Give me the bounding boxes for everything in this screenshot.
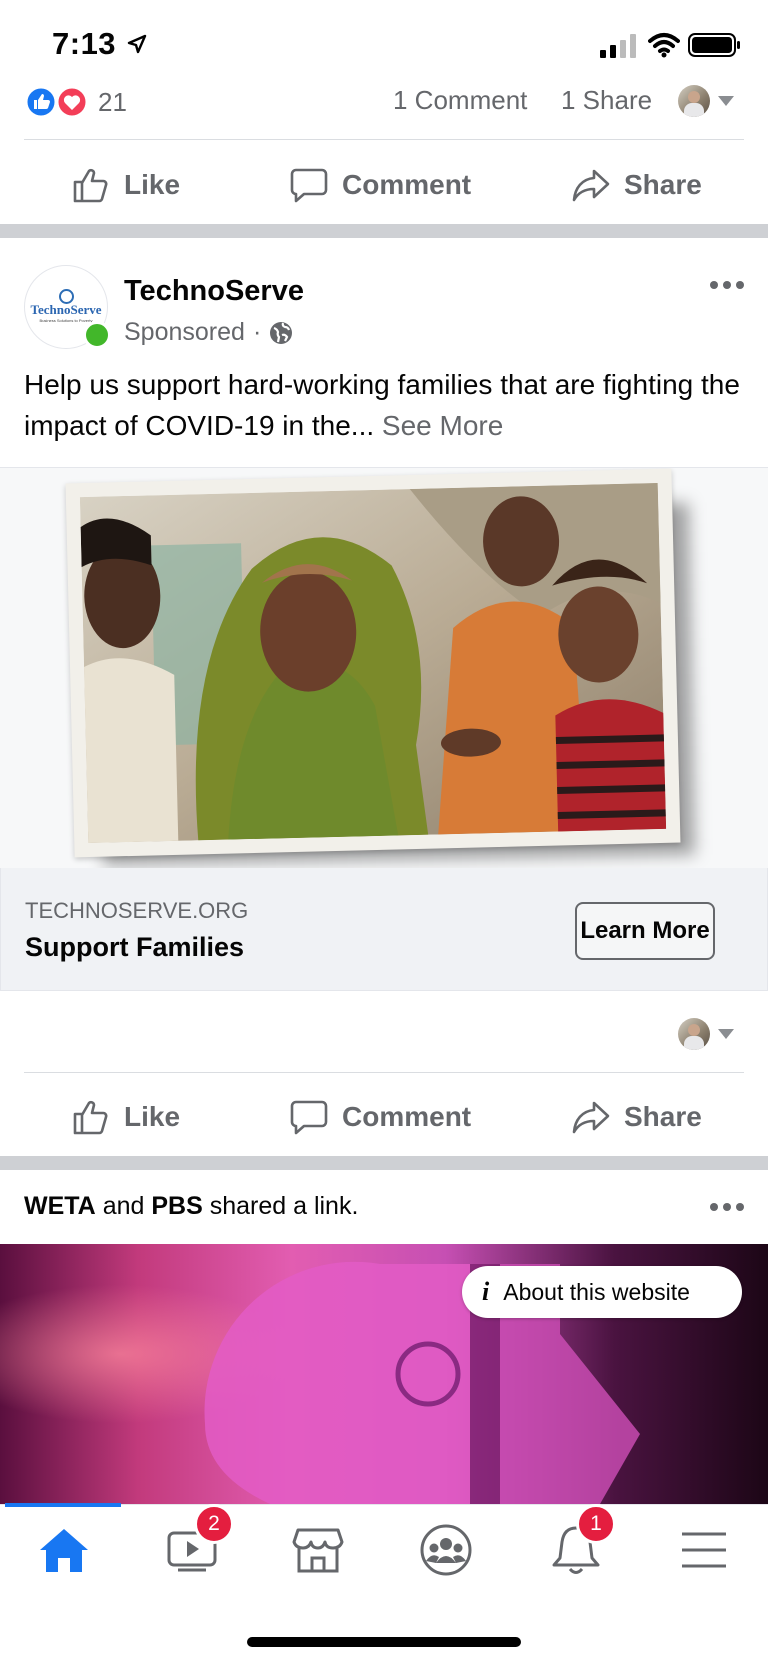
online-status-dot — [83, 321, 111, 349]
share-count[interactable]: 1 Share — [561, 85, 652, 116]
tab-groups[interactable] — [414, 1518, 478, 1582]
active-tab-indicator — [5, 1503, 121, 1507]
comment-button[interactable]: Comment — [290, 1098, 471, 1136]
avatar[interactable] — [678, 85, 710, 117]
caret-down-icon[interactable] — [716, 1027, 736, 1041]
share-button[interactable]: Share — [572, 166, 702, 204]
reaction-summary[interactable]: 21 — [24, 85, 127, 119]
like-love-reaction-icon — [24, 85, 86, 119]
status-time: 7:13 — [52, 26, 147, 62]
wifi-icon — [648, 33, 680, 58]
tab-marketplace[interactable] — [286, 1518, 350, 1582]
photo-frame — [65, 468, 681, 858]
shop-icon — [292, 1528, 344, 1573]
family-photo — [79, 482, 667, 844]
feed-separator — [0, 1156, 768, 1170]
sponsored-label[interactable]: Sponsored — [124, 318, 245, 347]
home-icon — [40, 1529, 88, 1572]
ad-image[interactable] — [0, 467, 768, 869]
divider — [24, 1072, 744, 1073]
meta-separator: · — [252, 318, 262, 346]
menu-icon — [682, 1532, 726, 1568]
shared-link-header: WETA and PBS shared a link. — [24, 1192, 359, 1220]
link-domain: TECHNOSERVE.ORG — [25, 898, 249, 923]
tab-notifications[interactable]: 1 — [544, 1504, 616, 1582]
like-button[interactable]: Like — [72, 1098, 180, 1136]
page-name[interactable]: TechnoServe — [124, 275, 304, 308]
comment-icon — [290, 168, 328, 203]
link-title: Support Families — [25, 932, 245, 962]
groups-icon — [420, 1524, 472, 1576]
tab-home[interactable] — [32, 1518, 96, 1582]
comment-button[interactable]: Comment — [290, 166, 471, 204]
home-indicator[interactable] — [247, 1637, 521, 1647]
battery-icon — [688, 33, 740, 57]
notifications-badge: 1 — [576, 1504, 616, 1544]
like-button[interactable]: Like — [72, 166, 180, 204]
share-button[interactable]: Share — [572, 1098, 702, 1136]
comment-count[interactable]: 1 Comment — [393, 85, 527, 116]
divider — [24, 139, 744, 140]
info-icon: i — [482, 1277, 490, 1306]
tab-watch[interactable]: 2 — [160, 1504, 234, 1582]
about-website-button[interactable]: i About this website — [462, 1266, 742, 1318]
share-icon — [572, 169, 610, 202]
learn-more-button[interactable]: Learn More — [575, 902, 715, 960]
like-icon — [73, 1100, 108, 1135]
link-image[interactable]: i About this website — [0, 1244, 768, 1504]
share-icon — [572, 1101, 610, 1134]
link-preview-bar[interactable]: TECHNOSERVE.ORG Support Families Learn M… — [0, 868, 768, 991]
status-bar: 7:13 — [0, 0, 768, 82]
signal-icon — [600, 34, 636, 58]
globe-icon — [270, 321, 293, 344]
logo-text: TechnoServe — [30, 302, 102, 317]
caret-down-icon[interactable] — [716, 94, 736, 108]
reaction-count: 21 — [98, 86, 127, 117]
author-pbs[interactable]: PBS — [151, 1192, 202, 1220]
tab-menu[interactable] — [672, 1518, 736, 1582]
avatar[interactable] — [678, 1018, 710, 1050]
more-options-icon[interactable] — [710, 281, 744, 289]
see-more-link[interactable]: See More — [382, 410, 503, 441]
post-meta: Sponsored · — [124, 318, 293, 347]
author-weta[interactable]: WETA — [24, 1192, 96, 1220]
like-icon — [73, 168, 108, 203]
post-text: Help us support hard-working families th… — [24, 369, 740, 441]
location-arrow-icon — [127, 34, 147, 54]
comment-icon — [290, 1100, 328, 1135]
more-options-icon[interactable] — [710, 1203, 744, 1211]
feed-separator — [0, 224, 768, 238]
watch-badge: 2 — [194, 1504, 234, 1544]
